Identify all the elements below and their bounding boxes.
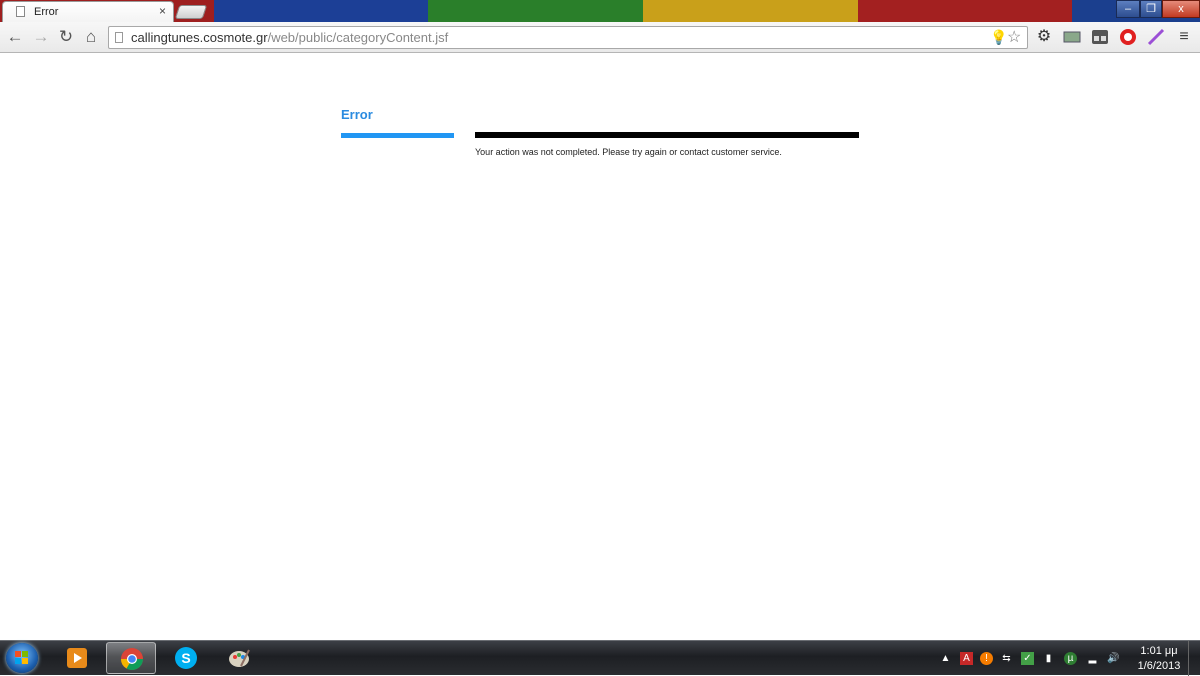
error-heading: Error xyxy=(341,107,373,122)
tab-close-icon[interactable]: × xyxy=(159,4,166,18)
show-hidden-icons-icon[interactable]: ▲ xyxy=(939,652,952,665)
page-icon xyxy=(115,32,123,43)
paint-palette-icon xyxy=(229,649,250,667)
svg-text:S: S xyxy=(181,650,190,666)
theme-stripe-blue xyxy=(214,0,428,22)
error-message: Your action was not completed. Please tr… xyxy=(475,147,782,157)
show-desktop-button[interactable] xyxy=(1188,641,1200,676)
page-content: Error Your action was not completed. Ple… xyxy=(0,53,1200,640)
skype-icon: S xyxy=(175,647,197,669)
tab-title: Error xyxy=(34,6,59,18)
content-divider xyxy=(475,132,859,138)
back-arrow-icon[interactable]: ← xyxy=(5,27,25,47)
home-icon[interactable]: ⌂ xyxy=(81,27,101,47)
volume-icon[interactable]: 🔊 xyxy=(1107,652,1120,665)
menu-icon[interactable]: ≡ xyxy=(1174,27,1194,47)
clock-time[interactable]: 1:01 μμ xyxy=(1138,645,1180,657)
bookmark-star-icon[interactable]: ☆ xyxy=(1007,27,1021,47)
windows-logo-icon xyxy=(15,651,28,664)
url-host: callingtunes.cosmote.gr xyxy=(131,30,268,45)
browser-toolbar: ← → ↻ ⌂ callingtunes.cosmote.gr/web/publ… xyxy=(0,22,1200,53)
update-tray-icon[interactable]: ! xyxy=(980,652,993,665)
window-close-button[interactable]: x xyxy=(1162,0,1200,18)
theme-stripe-red xyxy=(858,0,1072,22)
taskbar-paint[interactable] xyxy=(214,642,264,674)
start-button[interactable] xyxy=(6,643,38,673)
new-tab-button[interactable] xyxy=(174,5,208,19)
utorrent-tray-icon[interactable]: µ xyxy=(1064,652,1077,665)
tab-error[interactable]: Error × xyxy=(2,1,174,23)
address-bar[interactable]: callingtunes.cosmote.gr/web/public/categ… xyxy=(108,26,1028,49)
adobe-tray-icon[interactable]: A xyxy=(960,652,973,665)
device-tray-icon[interactable]: ▮ xyxy=(1042,652,1055,665)
security-tray-icon[interactable]: ✓ xyxy=(1021,652,1034,665)
wifi-signal-icon[interactable]: ▂ xyxy=(1086,652,1099,665)
title-bar: Error × – ❐ x xyxy=(0,0,1200,23)
settings-icon[interactable]: ⚙ xyxy=(1034,27,1054,47)
media-player-icon xyxy=(67,648,87,668)
chrome-icon xyxy=(121,648,143,670)
theme-stripe-green xyxy=(428,0,643,22)
reload-icon[interactable]: ↻ xyxy=(56,27,76,47)
forward-arrow-icon[interactable]: → xyxy=(31,27,51,47)
taskbar-media-player[interactable] xyxy=(52,642,102,674)
url-text[interactable]: callingtunes.cosmote.gr/web/public/categ… xyxy=(131,30,448,45)
url-path: /web/public/categoryContent.jsf xyxy=(267,30,449,45)
theme-stripe-yellow xyxy=(643,0,858,22)
clock-date[interactable]: 1/6/2013 xyxy=(1132,660,1186,672)
lightbulb-icon[interactable]: 💡 xyxy=(990,29,1007,46)
opera-extension-icon[interactable] xyxy=(1118,27,1138,47)
feather-extension-icon[interactable] xyxy=(1146,27,1166,47)
window-maximize-button[interactable]: ❐ xyxy=(1140,0,1162,18)
window-minimize-button[interactable]: – xyxy=(1116,0,1140,18)
network-tray-icon[interactable]: ⇆ xyxy=(1000,652,1013,665)
extension-money-icon[interactable] xyxy=(1062,27,1082,47)
extension-glasses-icon[interactable] xyxy=(1090,27,1110,47)
heading-underline xyxy=(341,133,454,138)
taskbar-chrome[interactable] xyxy=(106,642,156,674)
taskbar-skype[interactable]: S xyxy=(161,642,211,674)
page-favicon-icon xyxy=(16,6,25,17)
windows-taskbar: S ▲ A ! ⇆ ✓ ▮ µ ▂ 🔊 1:01 μμ 1/6/2013 xyxy=(0,640,1200,676)
